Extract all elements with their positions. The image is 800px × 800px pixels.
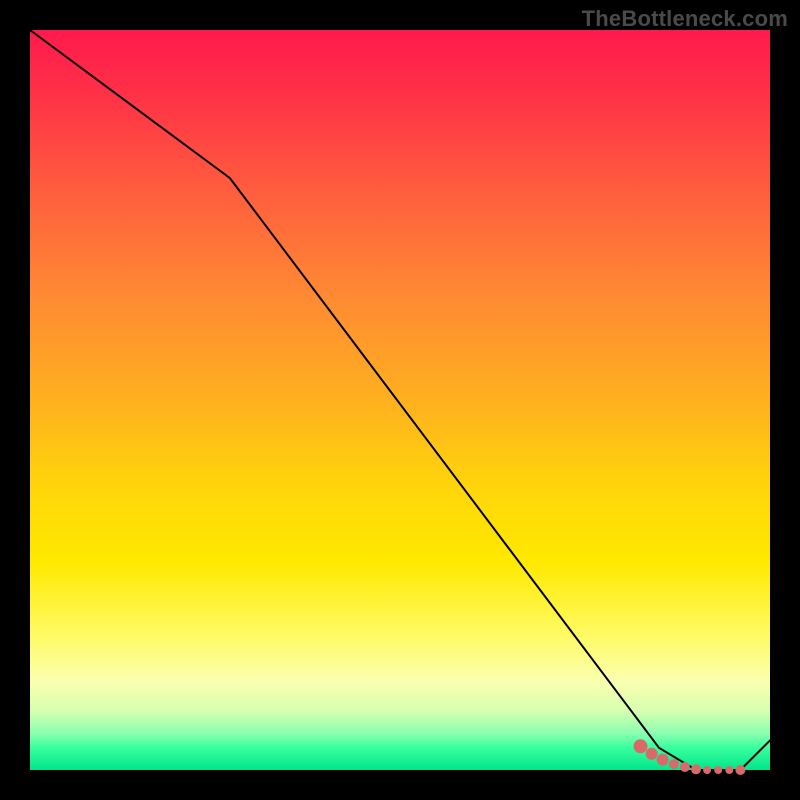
chart-stage: TheBottleneck.com — [0, 0, 800, 800]
gradient-panel — [30, 30, 770, 770]
watermark-text: TheBottleneck.com — [582, 6, 788, 32]
